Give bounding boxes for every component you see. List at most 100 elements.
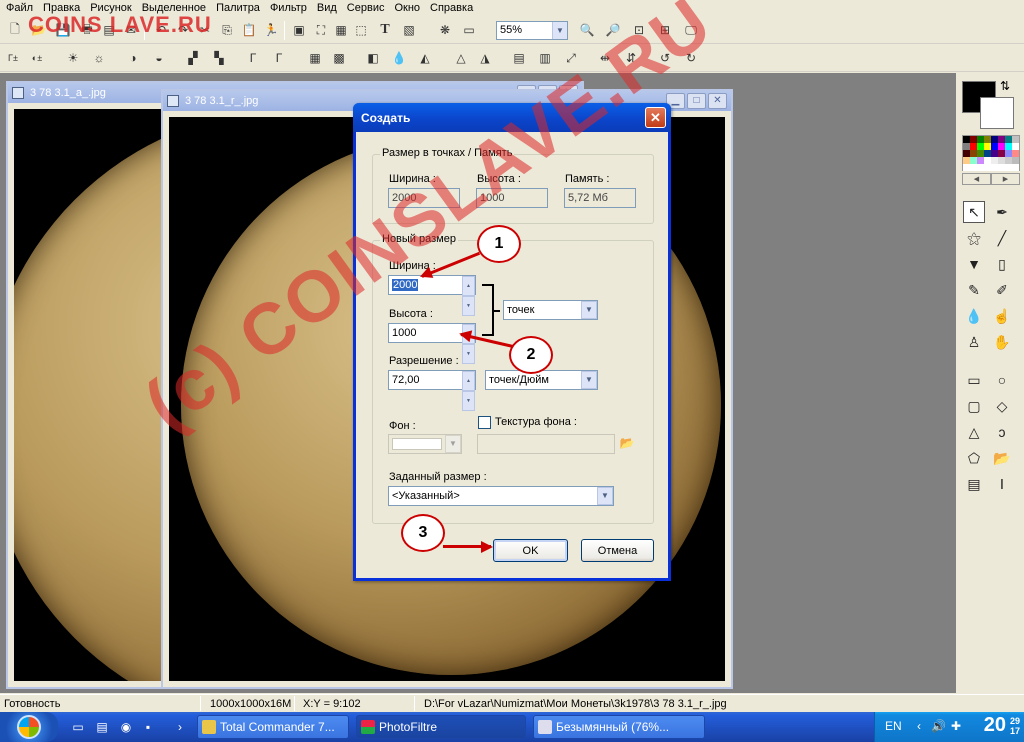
menu-help[interactable]: Справка xyxy=(425,0,478,17)
rectangle-shape-icon[interactable]: ▭ xyxy=(963,369,985,391)
dialog-title-bar[interactable]: Создать ✕ xyxy=(353,103,671,132)
fullscreen-icon[interactable]: 🖵 xyxy=(682,21,700,39)
polygon-shape-icon[interactable]: ⬠ xyxy=(963,447,985,469)
rotate-left-icon[interactable]: ↺ xyxy=(656,49,674,67)
zoom-combo[interactable]: 55% ▼ xyxy=(496,21,568,40)
palette-swatch[interactable] xyxy=(1012,164,1019,171)
clock-hour[interactable]: 20 xyxy=(984,714,1006,737)
palette-swatch[interactable] xyxy=(991,164,998,171)
width-spinner[interactable]: ▲ ▼ xyxy=(462,276,475,316)
mosaic-icon[interactable]: ▩ xyxy=(330,49,348,67)
brush-tool-icon[interactable]: ✎ xyxy=(963,279,985,301)
explorer-icon[interactable]: ▤ xyxy=(94,719,110,735)
diamond-shape-icon[interactable]: ◇ xyxy=(991,395,1013,417)
palette-swatch[interactable] xyxy=(991,150,998,157)
palette-swatch[interactable] xyxy=(1012,157,1019,164)
actual-size-icon[interactable]: ⊡ xyxy=(630,21,648,39)
show-desktop-icon[interactable]: ▭ xyxy=(70,719,86,735)
chevron-down-icon[interactable]: ▼ xyxy=(581,301,597,319)
palette-swatch[interactable] xyxy=(963,143,970,150)
clone-tool-icon[interactable]: ♙ xyxy=(963,331,985,353)
chevron-down-icon[interactable]: ▼ xyxy=(552,22,567,39)
menu-tools[interactable]: Сервис xyxy=(342,0,390,17)
copy-icon[interactable]: ⎘ xyxy=(218,21,236,39)
contrast-minus-icon[interactable]: ◑ xyxy=(124,49,142,67)
cancel-button[interactable]: Отмена xyxy=(581,539,654,562)
gradient-icon[interactable]: ▧ xyxy=(400,21,418,39)
line-tool-icon[interactable]: ╱ xyxy=(991,227,1013,249)
swap-colors-icon[interactable]: ⇅ xyxy=(1000,79,1010,93)
rotate-right-icon[interactable]: ↻ xyxy=(682,49,700,67)
auto-levels-icon[interactable]: Γ± xyxy=(4,49,22,67)
antivirus-icon[interactable]: ✚ xyxy=(951,719,961,733)
crop-icon[interactable]: ⛶ xyxy=(312,21,330,39)
gamma-plus-icon[interactable]: Γ xyxy=(270,49,288,67)
window-icon[interactable]: ▭ xyxy=(460,21,478,39)
palette-swatch[interactable] xyxy=(963,136,970,143)
chevron-down-icon[interactable]: ▼ xyxy=(581,371,597,389)
fit-window-icon[interactable]: ⊞ xyxy=(656,21,674,39)
menu-view[interactable]: Вид xyxy=(312,0,342,17)
palette-swatch[interactable] xyxy=(970,150,977,157)
rounded-rect-shape-icon[interactable]: ▢ xyxy=(963,395,985,417)
resolution-unit-select[interactable]: точек/Дюйм ▼ xyxy=(485,370,598,390)
palette-swatch[interactable] xyxy=(998,157,1005,164)
palette-swatch[interactable] xyxy=(1005,143,1012,150)
zoom-out-icon[interactable]: 🔎 xyxy=(604,21,622,39)
palette-swatch[interactable] xyxy=(984,157,991,164)
volume-icon[interactable]: 🔊 xyxy=(931,719,946,733)
resolution-spinner[interactable]: ▲ ▼ xyxy=(462,371,475,411)
task-photofiltre[interactable]: PhotoFiltre xyxy=(356,715,526,739)
brightness-plus-icon[interactable]: ☼ xyxy=(90,49,108,67)
saturation-minus-icon[interactable]: ▞ xyxy=(184,49,202,67)
contrast-plus-icon[interactable]: ◒ xyxy=(150,49,168,67)
palette-swatch[interactable] xyxy=(998,164,1005,171)
palette-swatch[interactable] xyxy=(977,136,984,143)
close-icon[interactable]: ✕ xyxy=(708,93,727,109)
palette-swatch[interactable] xyxy=(1012,143,1019,150)
text-cursor-icon[interactable]: Ⅰ xyxy=(991,473,1013,495)
chevron-left-icon[interactable]: ‹ xyxy=(917,719,921,733)
flip-h-icon[interactable]: ⇹ xyxy=(596,49,614,67)
palette-swatch[interactable] xyxy=(977,150,984,157)
negative-icon[interactable]: ◧ xyxy=(364,49,382,67)
new-file-icon[interactable]: 🗋 xyxy=(6,21,24,39)
palette-swatch[interactable] xyxy=(970,164,977,171)
pointer-tool-icon[interactable]: ↖ xyxy=(963,201,985,223)
emboss-icon[interactable]: ◮ xyxy=(476,49,494,67)
sharpen-icon[interactable]: ◭ xyxy=(416,49,434,67)
advanced-brush-tool-icon[interactable]: ✐ xyxy=(991,279,1013,301)
texture-checkbox[interactable] xyxy=(478,416,491,429)
drop-icon[interactable]: 💧 xyxy=(390,49,408,67)
opera-icon[interactable]: ◉ xyxy=(118,719,134,735)
triangle-shape-icon[interactable]: △ xyxy=(963,421,985,443)
stretch-icon[interactable]: ⤢ xyxy=(562,49,580,67)
palette-swatch[interactable] xyxy=(984,136,991,143)
text-icon[interactable]: T xyxy=(376,21,394,39)
lasso-shape-icon[interactable]: ↄ xyxy=(991,421,1013,443)
brightness-minus-icon[interactable]: ☀ xyxy=(64,49,82,67)
ellipse-shape-icon[interactable]: ○ xyxy=(991,369,1013,391)
menu-filter[interactable]: Фильтр xyxy=(265,0,312,17)
palette-swatch[interactable] xyxy=(991,143,998,150)
palette-swatch[interactable] xyxy=(998,143,1005,150)
auto-contrast-icon[interactable]: ◐± xyxy=(28,49,46,67)
palette-swatch[interactable] xyxy=(963,157,970,164)
palette-swatch[interactable] xyxy=(970,157,977,164)
eyedropper-tool-icon[interactable]: ✒ xyxy=(991,201,1013,223)
paste-icon[interactable]: 📋 xyxy=(240,21,258,39)
palette-swatch[interactable] xyxy=(1005,136,1012,143)
select-option-icon[interactable]: ▤ xyxy=(963,473,985,495)
palette-swatch[interactable] xyxy=(991,136,998,143)
browse-folder-icon[interactable]: 📂 xyxy=(618,434,636,452)
maximize-icon[interactable]: □ xyxy=(687,93,706,109)
chevron-right-icon[interactable]: ▶ xyxy=(991,173,1020,185)
palette-swatch[interactable] xyxy=(984,143,991,150)
magic-wand-tool-icon[interactable]: ⚝ xyxy=(963,227,985,249)
palette-swatch[interactable] xyxy=(977,157,984,164)
texture-field[interactable] xyxy=(477,434,615,454)
palette-swatch[interactable] xyxy=(998,150,1005,157)
background-color-select[interactable]: ▼ xyxy=(388,434,462,454)
palette-swatch[interactable] xyxy=(1005,157,1012,164)
palette-swatch[interactable] xyxy=(984,164,991,171)
